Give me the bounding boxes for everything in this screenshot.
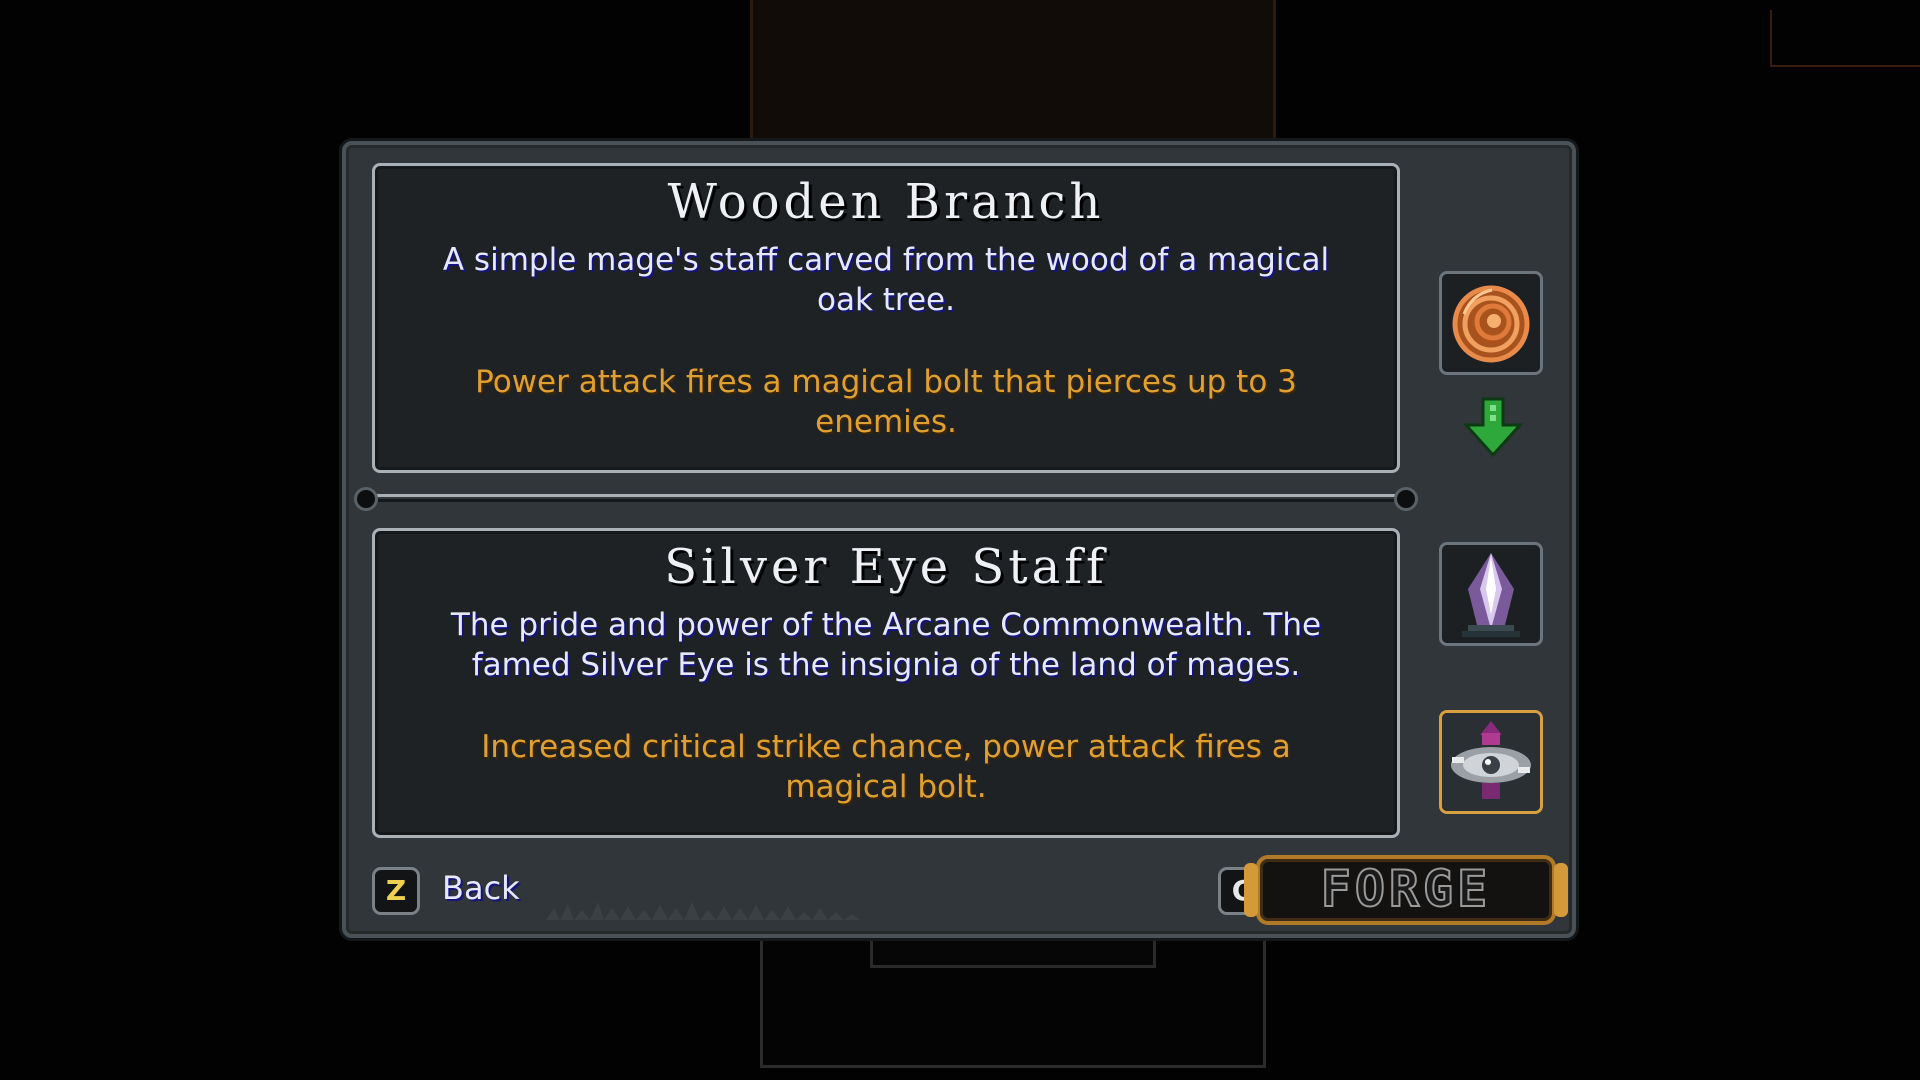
background-decoration xyxy=(1770,10,1920,67)
background-doorway-top xyxy=(750,0,1276,140)
forge-dialog: Wooden Branch A simple mage's staff carv… xyxy=(342,141,1576,938)
upgrade-item-name: Silver Eye Staff xyxy=(664,539,1108,595)
current-item-panel: Wooden Branch A simple mage's staff carv… xyxy=(372,163,1400,473)
silver-crystal-icon xyxy=(1462,553,1520,637)
silver-eye-staff-icon xyxy=(1442,713,1540,811)
upgrade-item-panel: Silver Eye Staff The pride and power of … xyxy=(372,528,1400,838)
background-ledge xyxy=(870,935,1156,968)
green-down-arrow-icon xyxy=(1462,397,1524,458)
panel-divider xyxy=(354,487,1418,511)
forge-button-label: FORGE xyxy=(1320,859,1492,919)
current-item-description: A simple mage's staff carved from the wo… xyxy=(442,242,1330,318)
game-screen: Wooden Branch A simple mage's staff carv… xyxy=(0,0,1920,1080)
upgrade-item-description: The pride and power of the Arcane Common… xyxy=(450,607,1322,683)
ammonite-shell-icon xyxy=(1452,285,1530,363)
back-key-icon[interactable]: Z xyxy=(372,867,420,915)
material-slot[interactable] xyxy=(1439,271,1543,375)
divider-knob-left xyxy=(354,487,378,511)
forge-button[interactable]: FORGE xyxy=(1244,855,1568,925)
current-item-name: Wooden Branch xyxy=(667,174,1105,230)
grass-decoration xyxy=(546,902,860,920)
divider-knob-right xyxy=(1394,487,1418,511)
upgrade-item-effect: Increased critical strike chance, power … xyxy=(481,729,1291,805)
current-item-effect: Power attack fires a magical bolt that p… xyxy=(475,364,1297,440)
gem-slot[interactable] xyxy=(1439,542,1543,646)
forge-button-cap-right xyxy=(1554,863,1568,917)
result-item-slot[interactable] xyxy=(1439,710,1543,814)
forge-button-cap-left xyxy=(1244,863,1258,917)
back-button-label[interactable]: Back xyxy=(442,869,520,907)
